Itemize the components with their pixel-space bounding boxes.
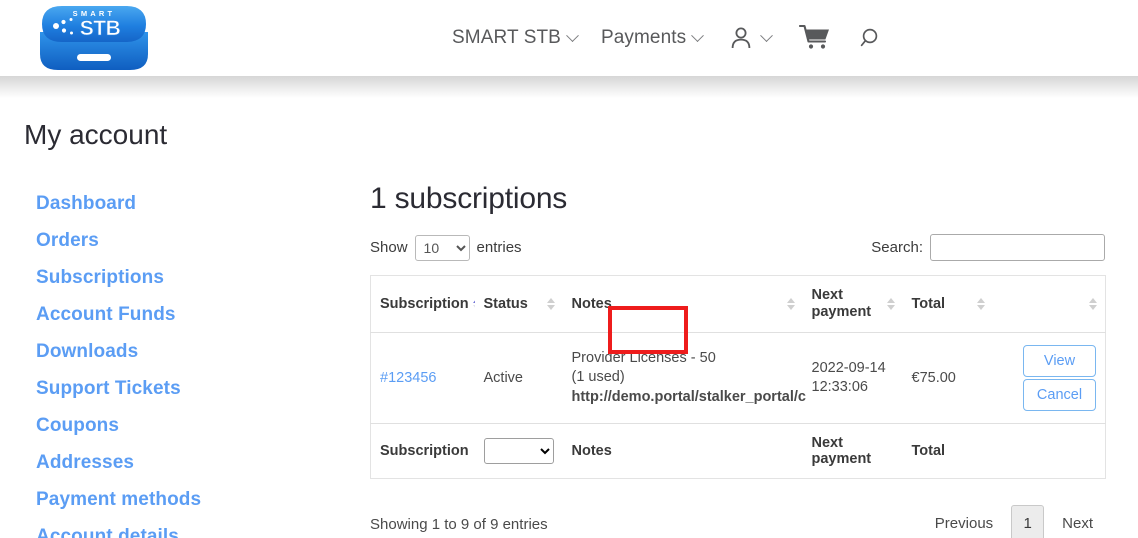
sort-icon: [976, 298, 985, 310]
nav-item-payments[interactable]: Payments: [589, 0, 714, 76]
column-label: Total: [911, 295, 946, 312]
cell-notes: Provider Licenses - 50 (1 used) http://d…: [562, 332, 806, 424]
account-menu-button[interactable]: [714, 0, 785, 76]
account-sidebar: Dashboard Orders Subscriptions Account F…: [36, 188, 286, 538]
footer-cell-total: Total: [902, 423, 993, 479]
footer-cell-notes: Notes: [562, 423, 803, 479]
column-header-next-payment[interactable]: Next payment: [802, 275, 903, 333]
sidebar-item-orders[interactable]: Orders: [36, 225, 286, 256]
site-logo[interactable]: SMART STB: [34, 2, 154, 74]
header-shadow: [0, 76, 1138, 98]
page-length-control: Show 10 entries: [370, 234, 522, 261]
sidebar-item-addresses[interactable]: Addresses: [36, 447, 286, 478]
notes-portal-url: http://demo.portal/stalker_portal/c: [571, 388, 806, 405]
table-foot: Subscription Notes Next payment Total: [370, 423, 1106, 479]
cell-actions: View Cancel: [992, 332, 1106, 424]
show-label: Show: [370, 239, 408, 256]
cell-status: Active: [474, 332, 563, 424]
cart-icon: [799, 24, 830, 49]
search-label: Search:: [871, 239, 923, 256]
table-info: Showing 1 to 9 of 9 entries: [370, 515, 548, 533]
sidebar-item-subscriptions[interactable]: Subscriptions: [36, 262, 286, 293]
chevron-down-icon: [691, 28, 705, 42]
page-length-select[interactable]: 10: [414, 234, 470, 261]
pagination-page-1[interactable]: 1: [1011, 505, 1045, 538]
footer-cell-actions: [992, 423, 1106, 479]
table-controls: Show 10 entries Search:: [370, 234, 1105, 261]
column-header-status[interactable]: Status: [474, 275, 563, 333]
column-label: Notes: [571, 295, 612, 312]
table-header-row: Subscription Status Notes Next payment T…: [370, 275, 1106, 333]
subscriptions-table: Subscription Status Notes Next payment T…: [370, 275, 1106, 479]
sort-icon: [886, 298, 895, 310]
svg-text:STB: STB: [80, 17, 121, 40]
account-icon: [731, 27, 751, 49]
chevron-down-icon: [760, 28, 774, 42]
footer-cell-next-payment: Next payment: [802, 423, 903, 479]
sidebar-item-coupons[interactable]: Coupons: [36, 410, 286, 441]
search-button[interactable]: [845, 0, 897, 76]
column-header-total[interactable]: Total: [902, 275, 993, 333]
subscription-link[interactable]: #123456: [380, 370, 436, 386]
view-button[interactable]: View: [1023, 345, 1096, 377]
search-input[interactable]: [930, 234, 1105, 261]
notes-product: Provider Licenses - 50: [571, 349, 716, 366]
site-header: SMART STB SMART STB Payments: [0, 0, 1138, 76]
pagination-previous[interactable]: Previous: [923, 507, 1005, 538]
footer-cell-status: [474, 423, 563, 479]
table-row: #123456 Active Provider Licenses - 50 (1…: [370, 332, 1106, 424]
column-label: Next payment: [811, 287, 872, 320]
subscriptions-panel: 1 subscriptions Show 10 entries Search:: [370, 182, 1106, 538]
sidebar-item-downloads[interactable]: Downloads: [36, 336, 286, 367]
next-payment-time: 12:33:06: [811, 379, 868, 395]
column-label: Status: [483, 295, 528, 312]
column-header-subscription[interactable]: Subscription: [370, 275, 481, 333]
chevron-down-icon: [566, 28, 579, 42]
cart-button[interactable]: [785, 0, 845, 76]
action-button-stack: View Cancel: [1023, 345, 1096, 411]
table-footer-bar: Showing 1 to 9 of 9 entries Previous 1 N…: [370, 505, 1105, 538]
nav-item-smart-stb[interactable]: SMART STB: [440, 0, 589, 76]
column-header-notes[interactable]: Notes: [562, 275, 803, 333]
pagination-next[interactable]: Next: [1050, 507, 1105, 538]
sort-icon: [546, 298, 555, 310]
sidebar-item-support-tickets[interactable]: Support Tickets: [36, 373, 286, 404]
sidebar-item-dashboard[interactable]: Dashboard: [36, 188, 286, 219]
column-header-actions[interactable]: [992, 275, 1106, 333]
sort-icon: [786, 298, 795, 310]
notes-used: (1 used): [571, 369, 625, 386]
page-title: My account: [24, 118, 168, 150]
cell-next-payment: 2022-09-14 12:33:06: [802, 332, 903, 424]
table-head: Subscription Status Notes Next payment T…: [370, 275, 1106, 333]
sort-icon: [1089, 298, 1097, 310]
status-filter-select[interactable]: [483, 438, 554, 464]
sidebar-item-payment-methods[interactable]: Payment methods: [36, 484, 286, 515]
pagination: Previous 1 Next: [923, 505, 1105, 538]
cancel-button[interactable]: Cancel: [1023, 379, 1096, 411]
search-control: Search:: [871, 234, 1105, 261]
nav-item-label: Payments: [600, 27, 687, 48]
column-label: Subscription: [380, 295, 469, 312]
cell-total: €75.00: [902, 332, 993, 424]
table-body: #123456 Active Provider Licenses - 50 (1…: [370, 332, 1106, 424]
page-root: SMART STB SMART STB Payments My account …: [0, 0, 1138, 538]
main-navigation: SMART STB Payments: [440, 0, 897, 76]
entries-label: entries: [476, 239, 522, 256]
search-icon: [860, 28, 878, 47]
sidebar-item-account-funds[interactable]: Account Funds: [36, 299, 286, 330]
footer-cell-subscription: Subscription: [370, 423, 475, 479]
sidebar-item-account-details[interactable]: Account details: [36, 521, 286, 538]
next-payment-date: 2022-09-14: [811, 359, 886, 376]
table-footer-row: Subscription Notes Next payment Total: [370, 423, 1106, 479]
smart-stb-logo-icon: SMART STB: [40, 6, 148, 70]
cell-subscription-id: #123456: [370, 332, 475, 424]
subscriptions-heading: 1 subscriptions: [370, 182, 568, 215]
nav-item-label: SMART STB: [452, 27, 561, 48]
